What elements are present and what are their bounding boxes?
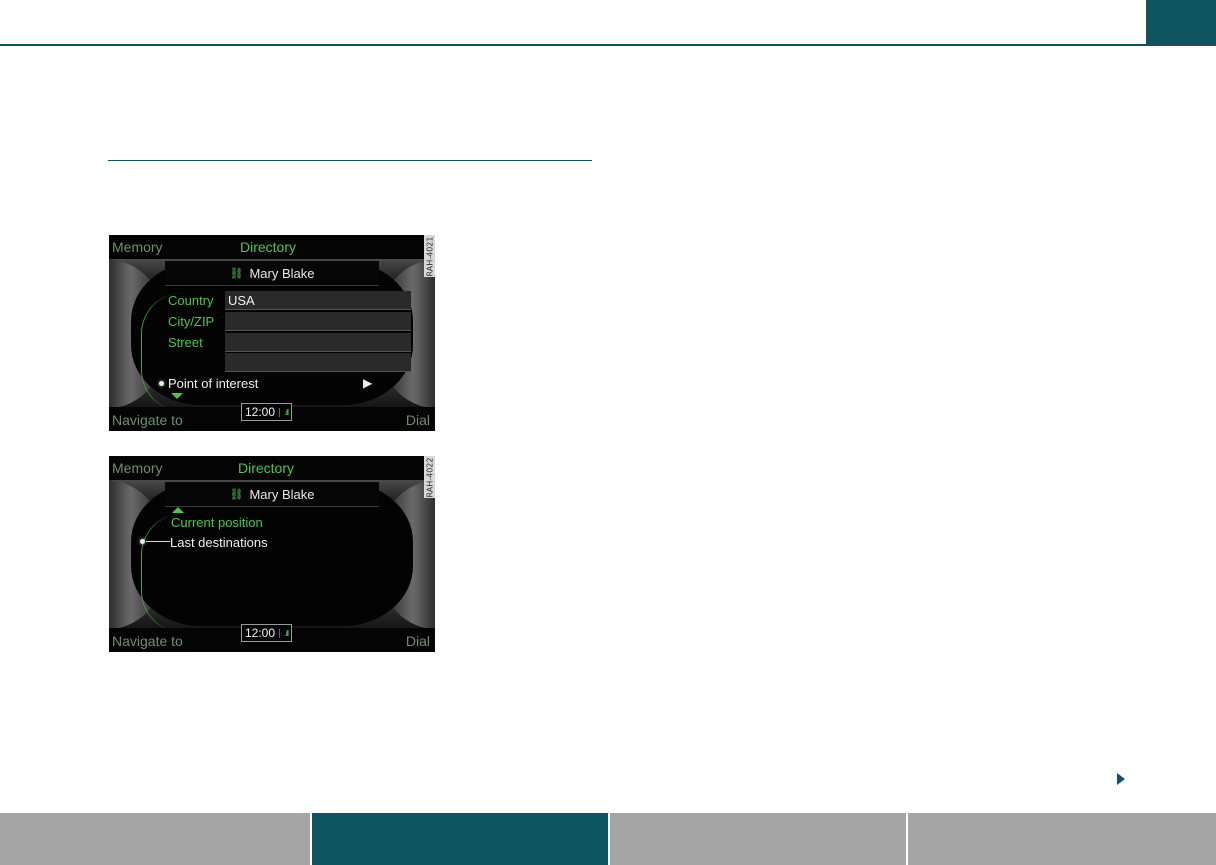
footer-nav [0, 813, 1216, 865]
contact-name-bar: ⛓ Mary Blake [165, 482, 379, 507]
status-clock: 12:00 .ıll [241, 624, 293, 642]
navigate-to-softkey[interactable]: Navigate to [112, 633, 183, 649]
dial-softkey[interactable]: Dial [406, 412, 430, 428]
field-value[interactable] [225, 353, 411, 372]
signal-strength-icon: .ıll [279, 407, 289, 417]
field-label: Street [168, 335, 203, 350]
field-label: City/ZIP [168, 314, 215, 329]
memory-softkey[interactable]: Memory [112, 460, 163, 476]
navigate-to-softkey[interactable]: Navigate to [112, 412, 183, 428]
footer-tab-2[interactable] [312, 813, 608, 865]
dial-softkey[interactable]: Dial [406, 633, 430, 649]
section-rule [108, 160, 592, 161]
contact-name: Mary Blake [249, 265, 315, 281]
field-value[interactable] [225, 312, 411, 331]
top-bar: Memory Directory [109, 235, 435, 259]
contact-name: Mary Blake [249, 486, 315, 502]
footer-tab-3[interactable] [610, 813, 906, 865]
scroll-down-icon [171, 393, 183, 399]
selection-dot-icon [140, 539, 145, 544]
mmi-screen-directory-list: Memory Directory RAH-4022 ⛓ Mary Blake C… [109, 456, 435, 652]
header-rule [0, 44, 1146, 46]
footer-tab-1[interactable] [0, 813, 310, 865]
point-of-interest-label: Point of interest [168, 376, 259, 391]
point-of-interest-item[interactable]: Point of interest ▶ [159, 375, 389, 393]
mmi-screen-directory-fields: Memory Directory RAH-4021 ⛓ Mary Blake C… [109, 235, 435, 431]
car-contact-icon: ⛓ [229, 488, 244, 501]
field-label: Country [168, 293, 214, 308]
footer-tab-4[interactable] [908, 813, 1216, 865]
field-value[interactable]: USA [225, 291, 411, 310]
selection-dot-icon [159, 381, 164, 386]
header-corner-block [1146, 0, 1216, 46]
directory-softkey[interactable]: Directory [238, 460, 294, 476]
next-page-arrow-icon[interactable] [1117, 773, 1125, 785]
last-destinations-item[interactable]: Last destinations [170, 535, 268, 550]
field-row-street[interactable]: Street [168, 333, 412, 353]
play-arrow-icon: ▶ [363, 376, 373, 390]
status-clock: 12:00 .ıll [241, 403, 293, 421]
current-position-item[interactable]: Current position [171, 515, 263, 530]
clock-time: 12:00 [245, 405, 276, 419]
car-contact-icon: ⛓ [229, 267, 244, 280]
memory-softkey[interactable]: Memory [112, 239, 163, 255]
field-row-country[interactable]: Country USA [168, 291, 412, 311]
figure-id-badge: RAH-4022 [424, 456, 435, 498]
selection-connector [146, 541, 170, 542]
field-row-city-zip[interactable]: City/ZIP [168, 312, 412, 332]
figure-id-badge: RAH-4021 [424, 235, 435, 277]
field-value[interactable] [225, 333, 411, 352]
scroll-up-icon [172, 507, 184, 513]
field-row-extra[interactable] [168, 353, 412, 373]
top-bar: Memory Directory [109, 456, 435, 480]
directory-softkey[interactable]: Directory [240, 239, 296, 255]
signal-strength-icon: .ıll [279, 628, 289, 638]
contact-name-bar: ⛓ Mary Blake [165, 261, 379, 286]
clock-time: 12:00 [245, 626, 276, 640]
